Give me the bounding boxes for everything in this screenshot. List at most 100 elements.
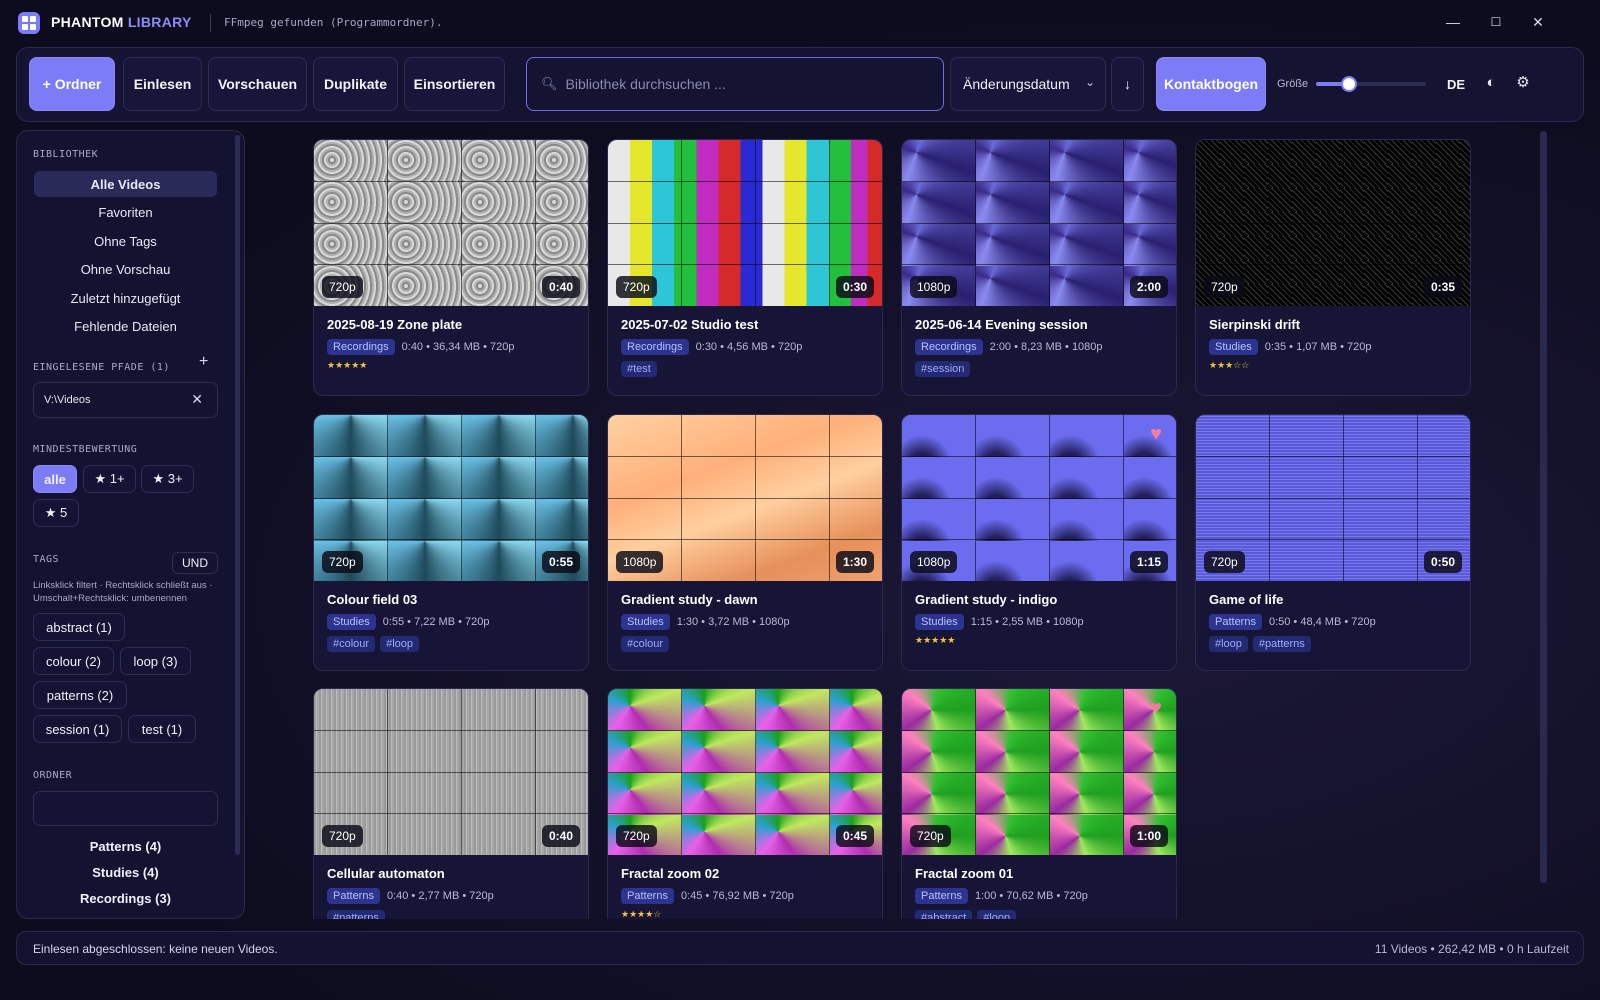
tag-chip-session[interactable]: session (1) [33, 715, 122, 743]
resolution-badge: 720p [322, 551, 363, 573]
sidebar-item-no-preview[interactable]: Ohne Vorschau [34, 256, 217, 282]
status-message: Einlesen abgeschlossen: keine neuen Vide… [33, 942, 278, 956]
close-icon[interactable]: ✕ [1530, 14, 1546, 30]
tag-chip-patterns[interactable]: patterns (2) [33, 681, 127, 709]
category-badge[interactable]: Recordings [327, 339, 395, 355]
video-card[interactable]: 720p 0:45 Fractal zoom 02 Patterns 0:45 • 76… [607, 688, 883, 919]
video-meta-text: 2:00 • 8,23 MB • 1080p [989, 341, 1103, 353]
sidebar-item-all-videos[interactable]: Alle Videos [34, 171, 217, 197]
category-badge[interactable]: Patterns [915, 888, 968, 904]
category-badge[interactable]: Studies [1209, 339, 1258, 355]
previews-button[interactable]: Vorschauen [208, 57, 307, 111]
folder-item-patterns[interactable]: Patterns (4) [34, 839, 217, 854]
remove-path-icon[interactable]: ✕ [191, 391, 203, 408]
rating-filter-all[interactable]: alle [33, 465, 77, 493]
size-slider-handle[interactable] [1341, 76, 1357, 92]
resolution-badge: 720p [322, 825, 363, 847]
maximize-icon[interactable]: ☐ [1488, 14, 1504, 30]
video-card[interactable]: 1080p 1:15 ♥ Gradient study - indigo Studies… [901, 414, 1177, 671]
video-card[interactable]: 1080p 1:30 Gradient study - dawn Studies 1:3… [607, 414, 883, 671]
video-card[interactable]: 720p 0:40 Cellular automaton Patterns 0:40 •… [313, 688, 589, 919]
category-badge[interactable]: Patterns [1209, 614, 1262, 630]
video-tag[interactable]: #colour [327, 636, 376, 652]
video-tags: #loop #patterns [1209, 636, 1316, 652]
add-path-icon[interactable]: + [199, 353, 208, 371]
video-tag[interactable]: #patterns [1252, 636, 1311, 652]
rating-filter-5[interactable]: ★ 5 [33, 499, 79, 527]
video-card[interactable]: 720p 1:00 ♥ Fractal zoom 01 Patterns 1:00 • 7… [901, 688, 1177, 919]
size-slider[interactable] [1316, 76, 1426, 92]
search-input[interactable] [565, 76, 926, 92]
rating-filter-1-plus[interactable]: ★ 1+ [83, 465, 136, 493]
main-scrollbar[interactable] [1540, 131, 1547, 883]
contact-sheet-button[interactable]: Kontaktbogen [1156, 57, 1266, 111]
video-tag[interactable]: #abstract [915, 910, 973, 919]
duration-badge: 0:50 [1423, 551, 1462, 573]
language-toggle[interactable]: DE [1447, 77, 1465, 92]
minimize-icon[interactable]: — [1445, 14, 1461, 30]
rating-stars[interactable]: ★★★★★ [915, 635, 955, 646]
folder-item-studies[interactable]: Studies (4) [34, 865, 217, 880]
sort-field-select[interactable]: Änderungsdatum ⌄ [950, 57, 1106, 111]
toolbar: + Ordner Einlesen Vorschauen Duplikate E… [16, 47, 1584, 122]
video-card[interactable]: 720p 0:40 2025-08-19 Zone plate Recordings 0… [313, 139, 589, 396]
video-card[interactable]: 720p 0:50 Game of life Patterns 0:50 • 48,4 … [1195, 414, 1471, 671]
title-separator [210, 14, 211, 32]
video-meta-text: 1:30 • 3,72 MB • 1080p [676, 616, 790, 628]
sidebar-scrollbar[interactable] [235, 135, 240, 855]
sidebar-item-recently-added[interactable]: Zuletzt hinzugefügt [34, 285, 217, 311]
sort-in-button[interactable]: Einsortieren [404, 57, 505, 111]
tag-chip-colour[interactable]: colour (2) [33, 647, 114, 675]
folder-item-recordings[interactable]: Recordings (3) [34, 891, 217, 906]
video-tag[interactable]: #test [621, 361, 657, 377]
tag-chip-abstract[interactable]: abstract (1) [33, 613, 125, 641]
duration-badge: 1:30 [835, 551, 874, 573]
video-tags: #colour #loop [327, 636, 424, 652]
favorite-heart-icon[interactable]: ♥ [1150, 697, 1162, 720]
video-tag[interactable]: #loop [1209, 636, 1248, 652]
category-badge[interactable]: Patterns [621, 888, 674, 904]
main-scrollbar-thumb[interactable] [1540, 131, 1547, 883]
video-card[interactable]: 720p 0:55 Colour field 03 Studies 0:55 • 7,2… [313, 414, 589, 671]
video-card[interactable]: 1080p 2:00 2025-06-14 Evening session Recor… [901, 139, 1177, 396]
tags-hint: Linksklick filtert · Rechtsklick schließ… [33, 580, 213, 604]
folder-filter-input[interactable] [33, 791, 218, 826]
sort-direction-button[interactable]: ↓ [1111, 57, 1144, 111]
rating-stars[interactable]: ★★★☆☆ [1209, 360, 1249, 371]
tags-heading: TAGS [33, 554, 60, 565]
category-badge[interactable]: Recordings [915, 339, 983, 355]
sidebar-item-favorites[interactable]: Favoriten [34, 199, 217, 225]
category-badge[interactable]: Studies [915, 614, 964, 630]
rating-stars[interactable]: ★★★★☆ [621, 909, 661, 919]
contrast-icon[interactable]: ◐ [1482, 74, 1500, 92]
tag-chip-loop[interactable]: loop (3) [120, 647, 191, 675]
video-tag[interactable]: #loop [380, 636, 419, 652]
gear-icon[interactable]: ⚙ [1514, 74, 1532, 92]
add-folder-button[interactable]: + Ordner [29, 57, 115, 111]
rating-stars[interactable]: ★★★★★ [327, 360, 367, 371]
tag-chip-test[interactable]: test (1) [128, 715, 196, 743]
sidebar-item-untagged[interactable]: Ohne Tags [34, 228, 217, 254]
category-badge[interactable]: Recordings [621, 339, 689, 355]
rating-filter-3-plus[interactable]: ★ 3+ [141, 465, 194, 493]
sidebar-item-missing-files[interactable]: Fehlende Dateien [34, 313, 217, 339]
tag-mode-toggle[interactable]: UND [172, 552, 218, 574]
library-heading: BIBLIOTHEK [33, 149, 99, 160]
video-tag[interactable]: #session [915, 361, 971, 377]
search-box[interactable]: 🔍︎ [526, 57, 944, 111]
sort-field-value: Änderungsdatum [963, 76, 1070, 92]
category-badge[interactable]: Studies [621, 614, 670, 630]
video-tag[interactable]: #patterns [327, 910, 385, 919]
video-meta: Studies 1:30 • 3,72 MB • 1080p [621, 614, 790, 630]
category-badge[interactable]: Studies [327, 614, 376, 630]
video-card[interactable]: 720p 0:35 Sierpinski drift Studies 0:35 • 1,… [1195, 139, 1471, 396]
video-tag[interactable]: #loop [977, 910, 1017, 919]
chevron-down-icon: ⌄ [1084, 75, 1095, 89]
category-badge[interactable]: Patterns [327, 888, 380, 904]
duplicates-button[interactable]: Duplikate [313, 57, 398, 111]
video-card[interactable]: 720p 0:30 2025-07-02 Studio test Recordings… [607, 139, 883, 396]
favorite-heart-icon[interactable]: ♥ [1150, 423, 1162, 446]
resolution-badge: 1080p [616, 551, 664, 573]
video-tag[interactable]: #colour [621, 636, 670, 652]
scan-button[interactable]: Einlesen [123, 57, 202, 111]
